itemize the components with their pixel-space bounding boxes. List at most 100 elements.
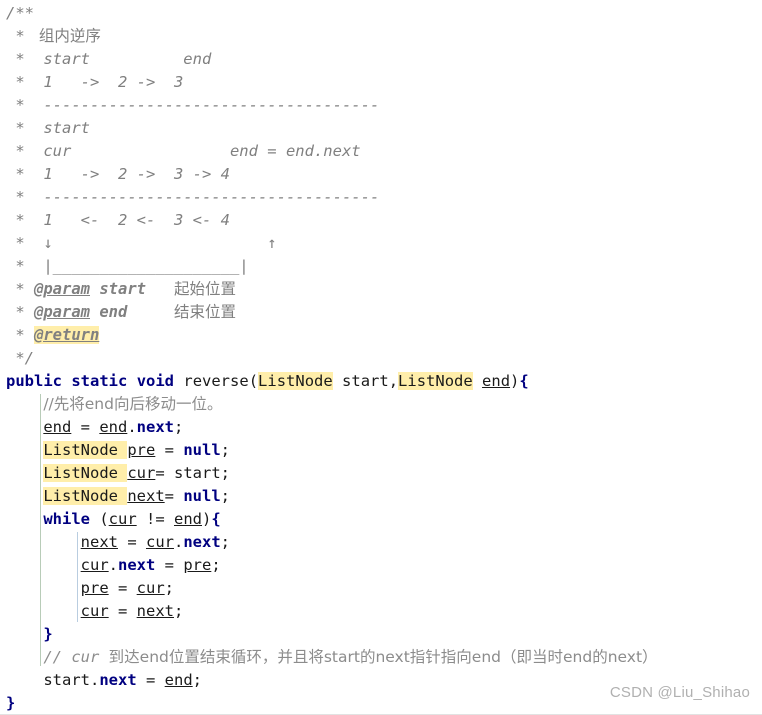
javadoc-param-name: end <box>99 303 128 321</box>
code-line: cur = next; <box>0 600 762 623</box>
field-next: next <box>136 418 174 436</box>
semicolon: ; <box>220 533 230 551</box>
spacer <box>117 464 128 482</box>
comma: , <box>388 372 399 390</box>
keyword-null: null <box>183 487 221 505</box>
javadoc-text: 1 <- 2 <- 3 <- 4 <box>34 211 230 229</box>
javadoc-param-name: start <box>99 280 147 298</box>
code-line: pre = cur; <box>0 577 762 600</box>
code-line: * |____________________| <box>0 255 762 278</box>
var-start: start <box>43 671 90 689</box>
var-cur: cur <box>136 579 165 597</box>
javadoc-separator: ------------------------------------ <box>34 188 380 206</box>
dot: . <box>108 556 118 574</box>
javadoc-text: cur end = end.next <box>34 142 361 160</box>
field-next: next <box>118 556 156 574</box>
indent-guide-outer <box>40 394 41 666</box>
code-line: end = end.next; <box>0 416 762 439</box>
code-line: * cur end = end.next <box>0 140 762 163</box>
code-line: /** <box>0 2 762 25</box>
code-line: ListNode pre = null; <box>0 439 762 462</box>
javadoc-star: * <box>6 50 34 68</box>
paren-open: ( <box>90 510 109 528</box>
javadoc-open: /** <box>6 4 34 22</box>
var-next: next <box>127 487 165 505</box>
code-line: ListNode cur= start; <box>0 462 762 485</box>
operator: = <box>164 487 184 505</box>
watermark: CSDN @Liu_Shihao <box>609 684 750 701</box>
javadoc-star: * <box>6 257 34 275</box>
javadoc-param-tag: @param <box>34 280 90 298</box>
javadoc-star: * <box>6 27 34 45</box>
javadoc-star: * <box>6 73 34 91</box>
var-cur: cur <box>108 510 137 528</box>
var-end: end <box>164 671 193 689</box>
javadoc-star: * <box>6 165 34 183</box>
spacer <box>117 487 128 505</box>
keyword-void: void <box>136 372 175 390</box>
javadoc-bracket-line: |____________________| <box>34 257 249 275</box>
comment-body: 到达end位置结束循环，并且将start的next指针指向end（即当时end的… <box>108 648 658 666</box>
javadoc-star: * <box>6 326 34 344</box>
var-cur: cur <box>80 556 109 574</box>
brace-close-while: } <box>43 625 53 643</box>
var-end: end <box>99 418 128 436</box>
code-line: * @param end 结束位置 <box>0 301 762 324</box>
keyword-while: while <box>43 510 90 528</box>
brace-open: { <box>211 510 221 528</box>
operator: = <box>108 602 137 620</box>
code-line: * ------------------------------------ <box>0 94 762 117</box>
operator: = <box>136 671 165 689</box>
brace-open: { <box>519 372 529 390</box>
paren-close: ) <box>510 372 520 390</box>
type-listnode: ListNode <box>43 487 118 505</box>
type-listnode: ListNode <box>258 372 333 390</box>
semicolon: ; <box>164 579 174 597</box>
javadoc-close-text: */ <box>15 349 35 367</box>
comment-cur: cur <box>71 648 109 666</box>
var-cur: cur <box>127 464 156 482</box>
semicolon: ; <box>220 441 230 459</box>
javadoc-separator: ------------------------------------ <box>34 96 380 114</box>
javadoc-star: * <box>6 188 34 206</box>
field-next: next <box>99 671 137 689</box>
semicolon: ; <box>192 671 203 689</box>
var-end: end <box>43 418 72 436</box>
paren-close: ) <box>202 510 212 528</box>
type-listnode: ListNode <box>43 441 118 459</box>
keyword-public: public <box>6 372 62 390</box>
code-line: * @param start 起始位置 <box>0 278 762 301</box>
code-editor-pane: /** * 组内逆序 * start end * 1 -> 2 -> 3 * -… <box>0 0 762 715</box>
javadoc-star: * <box>6 234 34 252</box>
javadoc-param-tag: @param <box>34 303 90 321</box>
var-pre: pre <box>183 556 212 574</box>
dot: . <box>90 671 100 689</box>
semicolon: ; <box>173 602 184 620</box>
code-line: * @return <box>0 324 762 347</box>
param-start: start <box>342 372 389 390</box>
dot: . <box>127 418 137 436</box>
code-line: */ <box>0 347 762 370</box>
type-listnode: ListNode <box>43 464 118 482</box>
javadoc-param-desc: 起始位置 <box>174 280 237 298</box>
var-pre: pre <box>127 441 156 459</box>
paren-open: ( <box>248 372 259 390</box>
var-cur: cur <box>80 602 109 620</box>
var-next: next <box>80 533 118 551</box>
code-line: cur.next = pre; <box>0 554 762 577</box>
code-line: // cur 到达end位置结束循环，并且将start的next指针指向end（… <box>0 646 762 669</box>
javadoc-star: * <box>6 96 34 114</box>
code-line: * start end <box>0 48 762 71</box>
semicolon: ; <box>174 418 184 436</box>
